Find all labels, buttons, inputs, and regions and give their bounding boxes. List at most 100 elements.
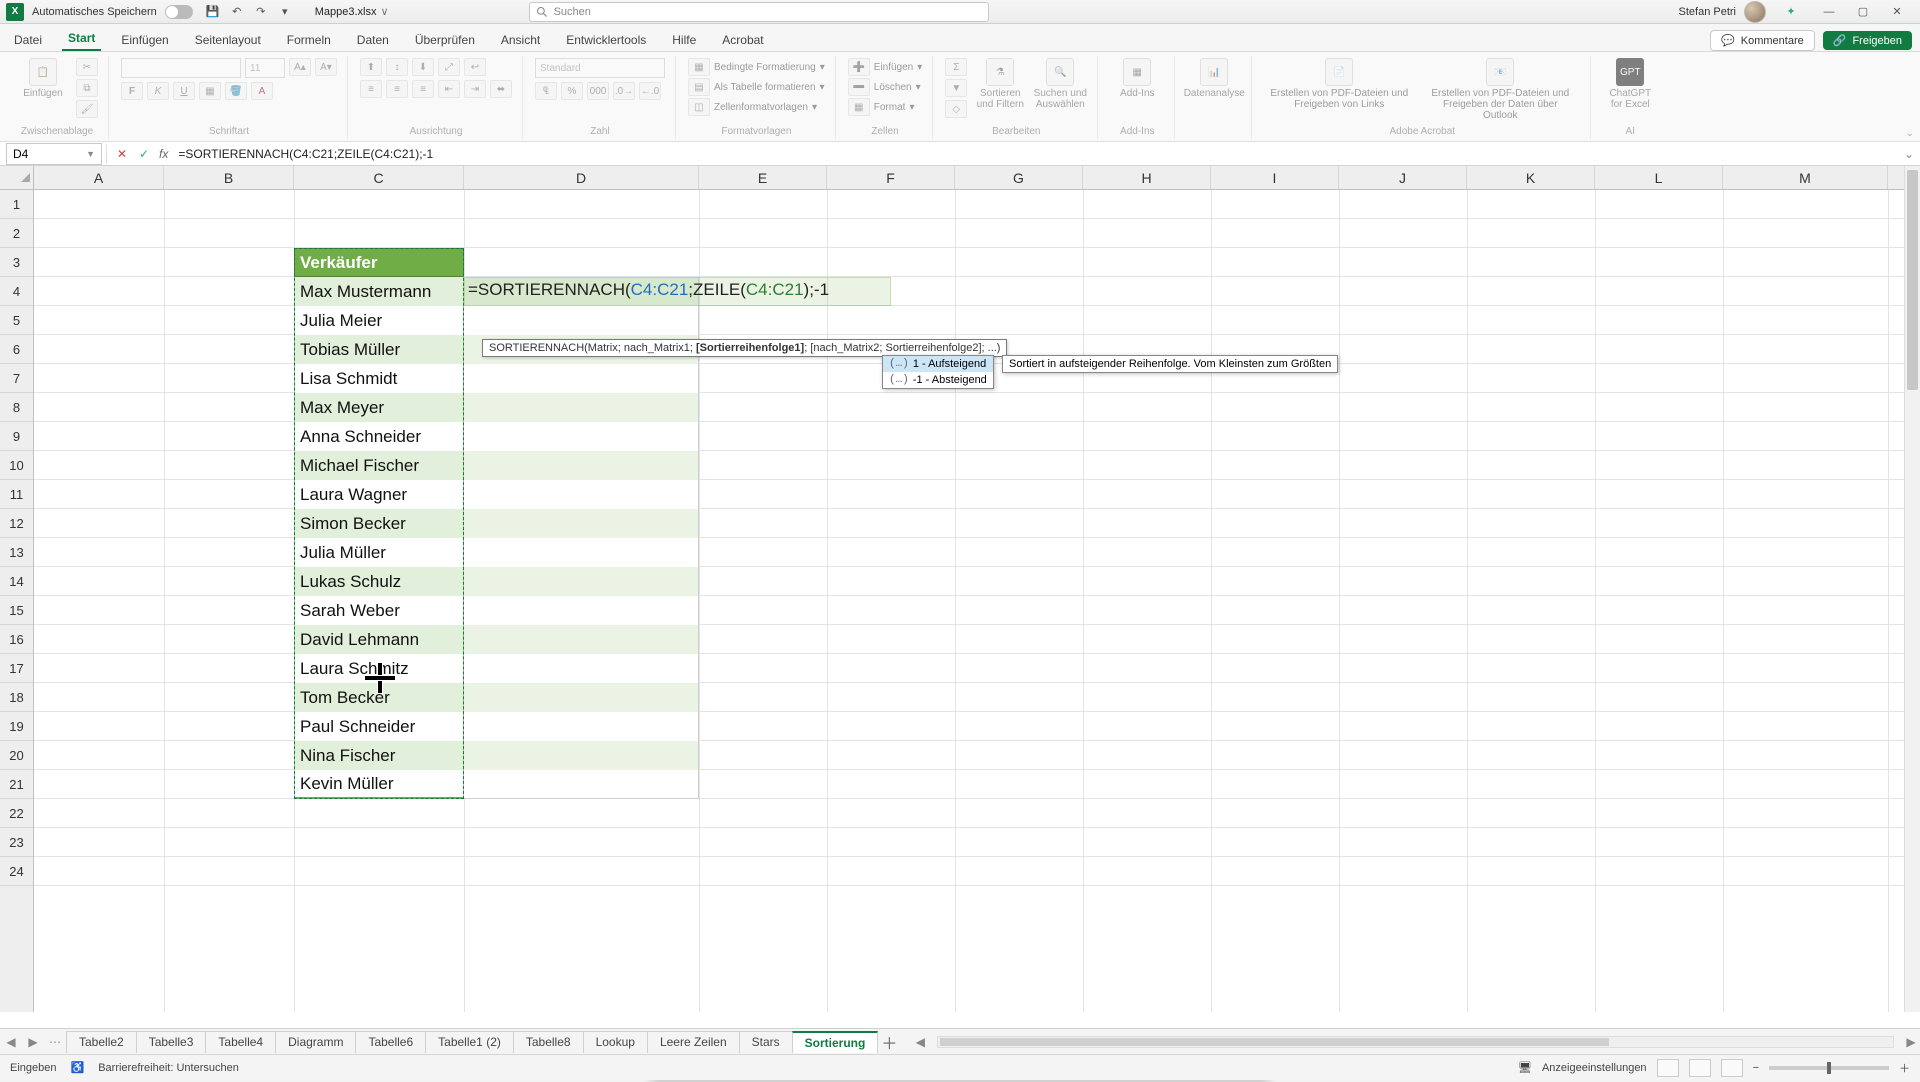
- autosum-icon[interactable]: Σ: [945, 58, 967, 76]
- sheet-tab[interactable]: Lookup: [583, 1031, 648, 1053]
- autosave-toggle[interactable]: [165, 5, 193, 19]
- increase-indent-icon[interactable]: ⇥: [464, 80, 486, 98]
- select-all-corner[interactable]: [0, 166, 34, 190]
- tab-daten[interactable]: Daten: [351, 29, 395, 51]
- paste-button[interactable]: 📋Einfügen: [16, 58, 70, 99]
- wrap-text-icon[interactable]: ↩: [464, 58, 486, 76]
- row-header[interactable]: 10: [0, 451, 33, 480]
- table-cell[interactable]: Tom Becker: [294, 683, 464, 712]
- autocomplete-list[interactable]: (…)1 - Aufsteigend(…)-1 - Absteigend: [882, 355, 994, 389]
- align-center-icon[interactable]: ≡: [386, 80, 408, 98]
- autocomplete-item[interactable]: (…)1 - Aufsteigend: [883, 356, 993, 372]
- tab-ansicht[interactable]: Ansicht: [495, 29, 546, 51]
- table-cell[interactable]: [464, 306, 699, 335]
- row-header[interactable]: 23: [0, 828, 33, 857]
- increase-font-icon[interactable]: A▴: [289, 58, 311, 76]
- column-header[interactable]: H: [1083, 166, 1211, 189]
- accessibility-status[interactable]: Barrierefreiheit: Untersuchen: [98, 1062, 239, 1074]
- accounting-icon[interactable]: ₠: [535, 82, 557, 100]
- increase-decimal-icon[interactable]: .0→: [613, 82, 635, 100]
- sheet-tab[interactable]: Tabelle6: [355, 1031, 426, 1053]
- enter-formula-icon[interactable]: ✓: [133, 143, 155, 165]
- format-cells-button[interactable]: ▦Format ▾: [848, 98, 915, 116]
- redo-icon[interactable]: ↷: [251, 2, 271, 22]
- table-cell[interactable]: [464, 509, 699, 538]
- row-header[interactable]: 20: [0, 741, 33, 770]
- table-cell[interactable]: [464, 538, 699, 567]
- maximize-icon[interactable]: ▢: [1846, 0, 1880, 24]
- close-icon[interactable]: ✕: [1880, 0, 1914, 24]
- tab-start[interactable]: Start: [62, 27, 101, 51]
- table-cell[interactable]: [464, 596, 699, 625]
- row-header[interactable]: 22: [0, 799, 33, 828]
- row-header[interactable]: 1: [0, 190, 33, 219]
- column-header[interactable]: D: [464, 166, 699, 189]
- hscroll-left-icon[interactable]: ◀: [911, 1035, 929, 1049]
- search-input[interactable]: Suchen: [529, 2, 989, 22]
- table-cell[interactable]: Laura Schmitz: [294, 654, 464, 683]
- bold-icon[interactable]: F: [121, 82, 143, 100]
- worksheet-grid[interactable]: ABCDEFGHIJKLM 12345678910111213141516171…: [0, 166, 1920, 1028]
- table-cell[interactable]: Max Meyer: [294, 393, 464, 422]
- column-header[interactable]: G: [955, 166, 1083, 189]
- tab-einfuegen[interactable]: Einfügen: [115, 29, 174, 51]
- cancel-formula-icon[interactable]: ✕: [111, 143, 133, 165]
- table-cell[interactable]: Max Mustermann: [294, 277, 464, 306]
- table-cell[interactable]: Paul Schneider: [294, 712, 464, 741]
- table-cell[interactable]: Julia Müller: [294, 538, 464, 567]
- row-header[interactable]: 16: [0, 625, 33, 654]
- sheet-tab[interactable]: Stars: [739, 1031, 793, 1053]
- table-cell[interactable]: [464, 422, 699, 451]
- table-cell[interactable]: [464, 480, 699, 509]
- name-box[interactable]: D4▼: [6, 143, 102, 165]
- table-cell[interactable]: Laura Wagner: [294, 480, 464, 509]
- data-analysis-button[interactable]: 📊Datenanalyse: [1187, 58, 1241, 99]
- tab-formeln[interactable]: Formeln: [281, 29, 337, 51]
- autocomplete-item[interactable]: (…)-1 - Absteigend: [883, 372, 993, 388]
- table-header-cell[interactable]: Verkäufer: [294, 248, 464, 277]
- font-color-icon[interactable]: A: [251, 82, 273, 100]
- row-header[interactable]: 8: [0, 393, 33, 422]
- column-header[interactable]: C: [294, 166, 464, 189]
- minimize-icon[interactable]: —: [1812, 0, 1846, 24]
- table-cell[interactable]: [464, 364, 699, 393]
- tab-datei[interactable]: Datei: [8, 29, 48, 51]
- pdf-share-outlook-button[interactable]: 📧Erstellen von PDF-Dateien und Freigeben…: [1420, 58, 1580, 121]
- tab-entwicklertools[interactable]: Entwicklertools: [560, 29, 652, 51]
- formula-input[interactable]: =SORTIERENNACH(C4:C21;ZEILE(C4:C21);-1: [172, 147, 1898, 161]
- normal-view-icon[interactable]: [1657, 1059, 1679, 1077]
- number-format-select[interactable]: Standard: [535, 58, 665, 78]
- row-header[interactable]: 19: [0, 712, 33, 741]
- accessibility-icon[interactable]: ♿: [71, 1061, 85, 1074]
- tab-hilfe[interactable]: Hilfe: [666, 29, 702, 51]
- align-middle-icon[interactable]: ↕: [386, 58, 408, 76]
- column-header[interactable]: E: [699, 166, 827, 189]
- table-cell[interactable]: [464, 683, 699, 712]
- sheet-tab[interactable]: Tabelle3: [136, 1031, 207, 1053]
- cut-icon[interactable]: ✂: [76, 58, 98, 76]
- horizontal-scrollbar[interactable]: [937, 1036, 1894, 1048]
- sheet-tab[interactable]: Tabelle2: [66, 1031, 137, 1053]
- tab-seitenlayout[interactable]: Seitenlayout: [189, 29, 267, 51]
- column-header[interactable]: K: [1467, 166, 1595, 189]
- merge-icon[interactable]: ⬌: [490, 80, 512, 98]
- table-cell[interactable]: Anna Schneider: [294, 422, 464, 451]
- column-header[interactable]: M: [1723, 166, 1888, 189]
- table-cell[interactable]: David Lehmann: [294, 625, 464, 654]
- sheet-nav-prev-icon[interactable]: ◀: [0, 1031, 22, 1053]
- align-bottom-icon[interactable]: ⬇: [412, 58, 434, 76]
- in-cell-formula-edit[interactable]: =SORTIERENNACH(C4:C21;ZEILE(C4:C21);-1: [468, 280, 829, 300]
- decrease-font-icon[interactable]: A▾: [315, 58, 337, 76]
- find-select-button[interactable]: 🔍Suchen und Auswählen: [1033, 58, 1087, 110]
- fill-color-icon[interactable]: 🪣: [225, 82, 247, 100]
- copy-icon[interactable]: ⧉: [76, 79, 98, 97]
- filename[interactable]: Mappe3.xlsx∨: [315, 5, 389, 18]
- table-cell[interactable]: Kevin Müller: [294, 770, 464, 799]
- conditional-formatting-button[interactable]: ▦Bedingte Formatierung ▾: [688, 58, 825, 76]
- format-painter-icon[interactable]: 🖌: [76, 100, 98, 118]
- table-cell[interactable]: [464, 712, 699, 741]
- clear-icon[interactable]: ◇: [945, 100, 967, 118]
- row-header[interactable]: 6: [0, 335, 33, 364]
- column-header[interactable]: L: [1595, 166, 1723, 189]
- zoom-in-icon[interactable]: ＋: [1899, 1060, 1910, 1076]
